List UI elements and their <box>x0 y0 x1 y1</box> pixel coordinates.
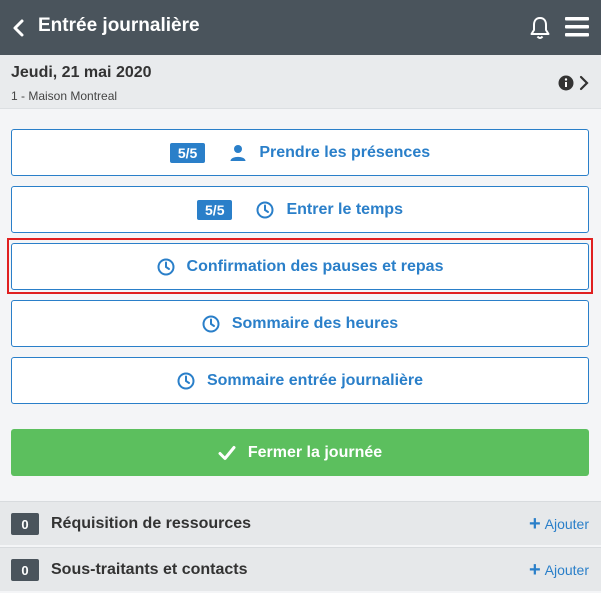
clock-icon <box>256 201 274 219</box>
resource-requisition-section: 0 Réquisition de ressources + Ajouter <box>0 501 601 545</box>
info-icon[interactable] <box>558 75 574 91</box>
hours-summary-button[interactable]: Sommaire des heures <box>11 300 589 347</box>
app-header: Entrée journalière <box>0 0 601 55</box>
take-attendance-button[interactable]: 5/5 Prendre les présences <box>11 129 589 176</box>
hamburger-menu-icon[interactable] <box>564 15 590 39</box>
site-name: 1 - Maison Montreal <box>11 89 118 103</box>
entry-date: Jeudi, 21 mai 2020 <box>11 64 152 81</box>
time-count-badge: 5/5 <box>197 199 233 220</box>
check-icon <box>218 445 236 460</box>
daily-entry-summary-button[interactable]: Sommaire entrée journalière <box>11 357 589 404</box>
close-day-button[interactable]: Fermer la journée <box>11 429 589 476</box>
plus-icon: + <box>528 559 541 581</box>
notification-bell-icon[interactable] <box>528 15 552 41</box>
page-title: Entrée journalière <box>38 15 200 36</box>
attendance-count-badge: 5/5 <box>169 142 206 163</box>
button-label: Sommaire des heures <box>231 314 399 332</box>
add-resource-link[interactable]: + Ajouter <box>528 513 589 535</box>
add-label: Ajouter <box>544 516 589 532</box>
chevron-right-icon[interactable] <box>578 75 590 91</box>
button-label: Sommaire entrée journalière <box>206 371 424 389</box>
date-bar[interactable]: Jeudi, 21 mai 2020 1 - Maison Montreal <box>0 55 601 109</box>
selection-highlight <box>7 238 593 294</box>
add-label: Ajouter <box>544 562 589 578</box>
plus-icon: + <box>528 513 541 535</box>
clock-icon <box>202 315 220 333</box>
section-title: Sous-traitants et contacts <box>51 561 248 578</box>
close-day-label: Fermer la journée <box>247 443 383 461</box>
button-label: Entrer le temps <box>286 200 403 218</box>
enter-time-button[interactable]: 5/5 Entrer le temps <box>11 186 589 233</box>
add-subcontractor-link[interactable]: + Ajouter <box>528 559 589 581</box>
clock-icon <box>177 372 195 390</box>
section-count-badge: 0 <box>11 513 39 535</box>
section-count-badge: 0 <box>11 559 39 581</box>
person-icon <box>229 144 247 162</box>
section-title: Réquisition de ressources <box>51 515 252 532</box>
back-arrow-icon[interactable] <box>10 16 28 40</box>
subcontractors-section: 0 Sous-traitants et contacts + Ajouter <box>0 547 601 591</box>
button-label: Prendre les présences <box>259 143 431 161</box>
